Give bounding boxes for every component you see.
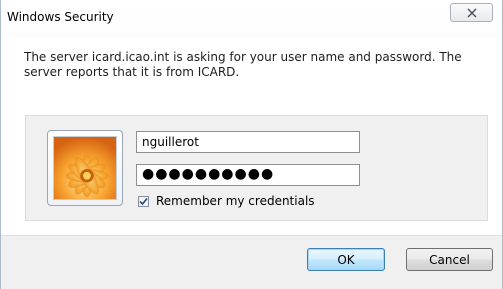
cancel-button[interactable]: Cancel [406,248,493,271]
title-bar: Windows Security [1,0,502,38]
remember-credentials[interactable]: Remember my credentials [138,194,315,208]
window-title: Windows Security [7,10,114,24]
close-button[interactable] [450,3,493,22]
password-field[interactable]: ●●●●●●●●●● [136,164,360,186]
credentials-dialog: Windows Security The server icard.icao.i… [0,0,503,289]
remember-checkbox[interactable] [138,195,149,207]
avatar [47,130,123,206]
username-field[interactable]: nguillerot [136,131,360,153]
close-icon [467,8,476,17]
checkmark-icon [139,197,148,205]
user-tile-flower-icon [53,136,117,200]
server-message: The server icard.icao.int is asking for … [24,50,462,79]
ok-button[interactable]: OK [307,248,385,271]
button-bar: OK Cancel [1,236,502,289]
credential-tile: nguillerot ●●●●●●●●●● Remember my creden… [25,115,488,221]
remember-label: Remember my credentials [156,194,315,208]
